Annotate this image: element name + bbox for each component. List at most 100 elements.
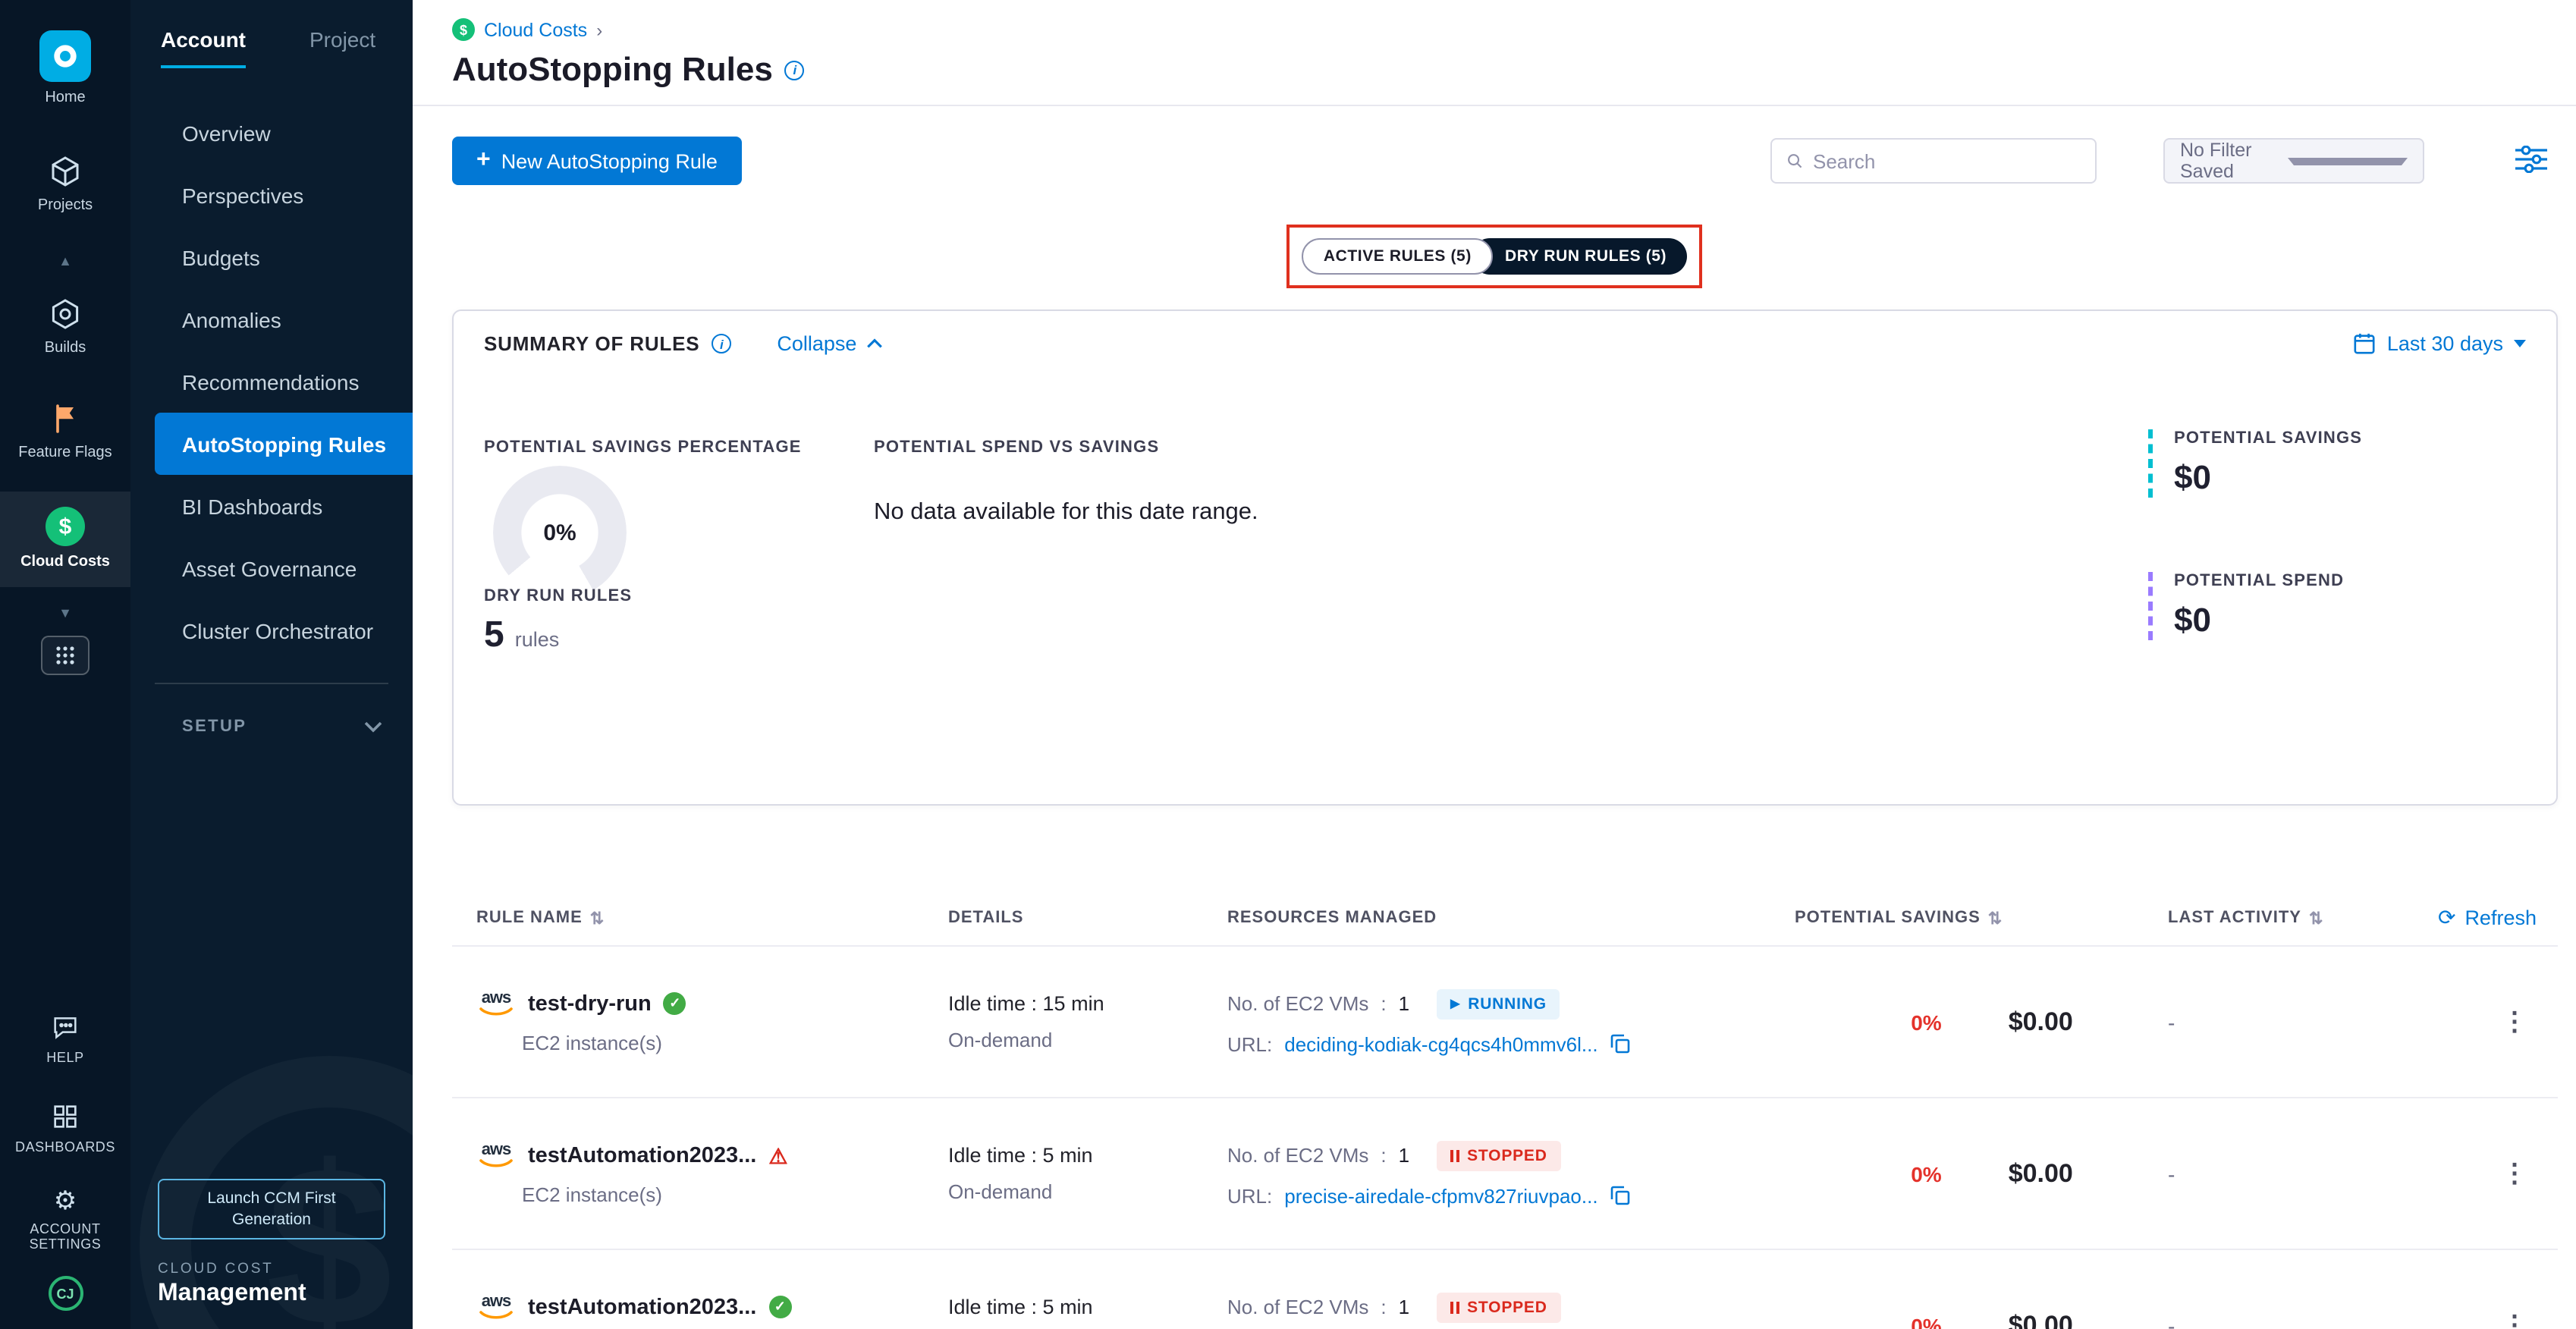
collapse-toggle[interactable]: Collapse (777, 332, 882, 355)
aws-logo-icon: aws (476, 1142, 516, 1169)
rail-item-dashboards[interactable]: DASHBOARDS (0, 1092, 130, 1164)
col-rule-name: RULE NAME⇅ (452, 908, 948, 928)
toolbar: + New AutoStopping Rule No Filter Saved (452, 137, 2550, 185)
scroll-up-icon[interactable]: ▲ (58, 247, 72, 275)
saved-filter-dropdown[interactable]: No Filter Saved (2163, 138, 2424, 184)
savings-percentage: 0% (1911, 1313, 1941, 1329)
rail-item-account-settings[interactable]: ⚙ ACCOUNT SETTINGS (0, 1179, 130, 1261)
calendar-icon (2354, 332, 2377, 355)
copy-url-button[interactable] (1610, 1033, 1632, 1054)
tab-account[interactable]: Account (161, 27, 246, 68)
rule-url-link[interactable]: precise-airedale-cfpmv827riuvpao... (1284, 1184, 1597, 1207)
launch-ccm-first-gen-button[interactable]: Launch CCM First Generation (158, 1178, 385, 1239)
setup-section-toggle[interactable]: SETUP (130, 684, 413, 736)
potential-spend-value: $0 (2174, 601, 2558, 640)
sidebar-item-bi-dashboards[interactable]: BI Dashboards (130, 475, 413, 537)
rail-item-home[interactable]: Home (0, 0, 130, 116)
sidebar-item-recommendations[interactable]: Recommendations (130, 350, 413, 413)
vm-count: 1 (1399, 1144, 1409, 1167)
search-input[interactable] (1813, 149, 2080, 172)
module-grid-button[interactable] (41, 635, 90, 674)
scroll-down-icon[interactable]: ▼ (58, 599, 72, 626)
rail-item-cloud-costs[interactable]: $ Cloud Costs (0, 504, 130, 574)
sidebar-item-overview[interactable]: Overview (130, 102, 413, 164)
status-badge: STOPPED (1437, 1140, 1561, 1170)
rail-item-builds[interactable]: Builds (0, 287, 130, 366)
last-activity: - (2168, 1313, 2471, 1329)
last-activity: - (2168, 1161, 2471, 1186)
filter-panel-button[interactable] (2512, 142, 2550, 180)
user-avatar[interactable]: CJ (48, 1276, 83, 1311)
check-circle-icon: ✓ (664, 992, 686, 1015)
breadcrumb-cloud-costs-link[interactable]: Cloud Costs (484, 19, 587, 40)
vm-count-label: No. of EC2 VMs (1227, 1296, 1368, 1318)
new-autostopping-rule-button[interactable]: + New AutoStopping Rule (452, 137, 742, 185)
sidebar-menu: Overview Perspectives Budgets Anomalies … (130, 102, 413, 661)
rule-name-link[interactable]: testAutomation2023... (528, 1295, 756, 1319)
rail-label-projects: Projects (38, 196, 93, 214)
rule-name-link[interactable]: test-dry-run (528, 991, 652, 1016)
rail-label-feature-flags: Feature Flags (18, 444, 112, 461)
sidebar-item-anomalies[interactable]: Anomalies (130, 288, 413, 350)
col-details: DETAILS (948, 909, 1227, 927)
vm-count: 1 (1399, 1296, 1409, 1318)
row-menu-kebab-icon[interactable]: ⋮ (2502, 1310, 2527, 1329)
table-row: aws testAutomation2023... ✓ EC2 instance… (452, 1249, 2558, 1329)
table-row: aws testAutomation2023... ⚠ EC2 instance… (452, 1097, 2558, 1249)
rail-item-help[interactable]: HELP (0, 1003, 130, 1074)
harness-logo-icon (39, 30, 91, 82)
vm-count-label: No. of EC2 VMs (1227, 992, 1368, 1015)
product-title: Management (158, 1280, 385, 1308)
scope-tabs: Account Project (130, 0, 413, 68)
date-range-dropdown[interactable]: Last 30 days (2354, 332, 2526, 355)
title-info-icon[interactable]: i (785, 60, 805, 80)
sidebar-item-autostopping-rules[interactable]: AutoStopping Rules (155, 413, 413, 475)
spend-vs-savings-label: POTENTIAL SPEND VS SAVINGS (874, 438, 1159, 457)
search-field (1770, 138, 2097, 184)
last-activity: - (2168, 1010, 2471, 1034)
row-menu-kebab-icon[interactable]: ⋮ (2502, 1007, 2527, 1037)
summary-info-icon[interactable]: i (712, 334, 731, 353)
sidebar-item-asset-governance[interactable]: Asset Governance (130, 537, 413, 599)
vm-count: 1 (1399, 992, 1409, 1015)
sidebar-item-perspectives[interactable]: Perspectives (130, 164, 413, 226)
builds-icon (47, 296, 83, 332)
new-rule-button-label: New AutoStopping Rule (501, 149, 718, 172)
rule-name-link[interactable]: testAutomation2023... (528, 1143, 756, 1167)
copy-url-button[interactable] (1610, 1185, 1632, 1206)
sort-icon[interactable]: ⇅ (2309, 908, 2323, 928)
summary-of-rules-card: SUMMARY OF RULES i Collapse Last 30 days… (452, 309, 2558, 806)
ccm-sidebar: Account Project Overview Perspectives Bu… (130, 0, 413, 1329)
aws-logo-icon: aws (476, 990, 516, 1017)
dry-run-rules-value: 5 rules (484, 614, 559, 657)
row-menu-kebab-icon[interactable]: ⋮ (2502, 1158, 2527, 1189)
tab-dry-run-rules[interactable]: DRY RUN RULES (5) (1472, 238, 1686, 275)
rail-item-feature-flags[interactable]: Feature Flags (0, 391, 130, 470)
rail-item-projects[interactable]: Projects (0, 143, 130, 223)
rail-label-cloud-costs: Cloud Costs (20, 554, 110, 571)
potential-savings-label: POTENTIAL SAVINGS (2174, 429, 2558, 448)
dashboards-icon (50, 1101, 80, 1132)
tab-project[interactable]: Project (309, 27, 375, 68)
table-header: RULE NAME⇅ DETAILS RESOURCES MANAGED POT… (452, 891, 2558, 945)
sidebar-item-cluster-orchestrator[interactable]: Cluster Orchestrator (130, 599, 413, 661)
col-resources: RESOURCES MANAGED (1227, 909, 1795, 927)
status-badge: STOPPED (1437, 1292, 1561, 1322)
tab-active-rules[interactable]: ACTIVE RULES (5) (1302, 238, 1493, 275)
sort-icon[interactable]: ⇅ (1988, 908, 2003, 928)
copy-icon (1610, 1033, 1632, 1054)
savings-amount: $0.00 (2009, 1158, 2073, 1189)
potential-savings-value: $0 (2174, 458, 2558, 498)
refresh-button[interactable]: ⟳ Refresh (2438, 905, 2537, 931)
idle-time: Idle time : 5 min (948, 1144, 1227, 1167)
rule-url-link[interactable]: deciding-kodiak-cg4qcs4h0mmv6l... (1284, 1032, 1597, 1055)
sidebar-item-budgets[interactable]: Budgets (130, 226, 413, 288)
product-kicker: CLOUD COST (158, 1261, 385, 1277)
rail-label-home: Home (45, 90, 85, 107)
status-badge: ▶ RUNNING (1437, 988, 1560, 1019)
search-icon (1787, 150, 1802, 171)
idle-time: Idle time : 15 min (948, 992, 1227, 1015)
url-label: URL: (1227, 1184, 1272, 1207)
sort-icon[interactable]: ⇅ (590, 908, 605, 928)
module-rail: Home Projects ▲ Builds Feature Flags $ C… (0, 0, 130, 1329)
